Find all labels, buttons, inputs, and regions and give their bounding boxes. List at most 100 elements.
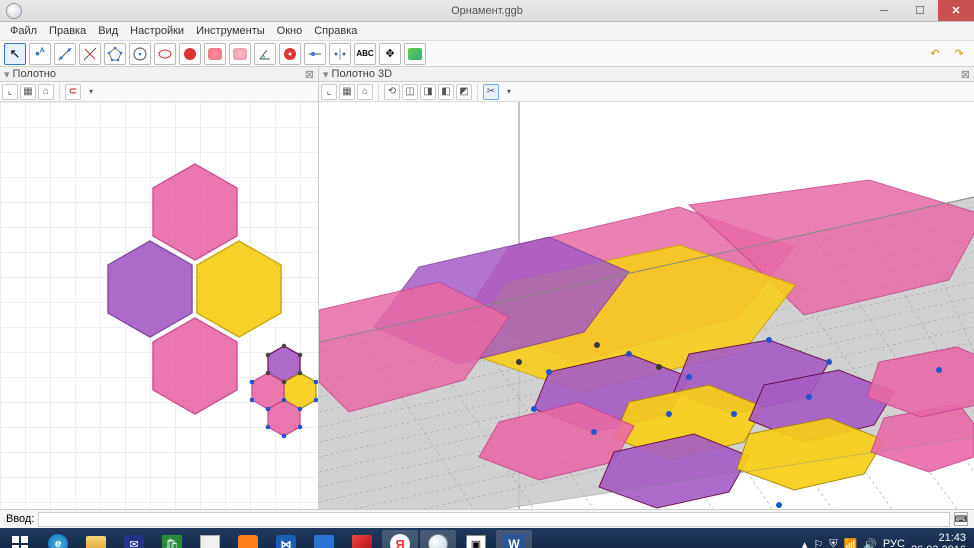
menu-settings[interactable]: Настройки [124,25,190,37]
tray-shield-icon[interactable]: ⛨ [829,538,837,548]
task-app2[interactable] [230,530,266,548]
tool-custom[interactable] [404,43,426,65]
axes-toggle-3d[interactable]: ⌞ [321,84,337,100]
clock-time: 21:43 [911,532,966,544]
tool-move[interactable]: ↖ [4,43,26,65]
grid-toggle-3d[interactable]: ▦ [339,84,355,100]
tool-slider[interactable] [304,43,326,65]
title-bar: Орнамент.ggb ─ ☐ ✕ [0,0,974,22]
dropdown-2d[interactable]: ▾ [83,84,99,100]
undo-button[interactable]: ↶ [924,43,946,65]
tool-circle[interactable] [129,43,151,65]
keyboard-button[interactable]: ⌨ [954,512,968,526]
circle-icon [132,46,148,62]
task-word[interactable]: W [496,530,532,548]
taskbar: e ✉ 🛍 ⋈ Я ▣ W ▴ ⚐ ⛨ 📶 🔊 РУС 21:43 26.02.… [0,528,974,548]
start-button[interactable] [2,530,38,548]
tray-volume-icon[interactable]: 🔊 [863,538,877,548]
menu-edit[interactable]: Правка [43,25,92,37]
redo-button[interactable]: ↷ [948,43,970,65]
view-iso[interactable]: ◩ [456,84,472,100]
canvas-3d[interactable] [319,102,974,509]
mail-icon: ✉ [124,535,144,548]
cursor-icon: ↖ [10,47,21,60]
menu-file[interactable]: Файл [4,25,43,37]
rotate-3d[interactable]: ⟲ [384,84,400,100]
tool-spot2[interactable] [204,43,226,65]
task-geogebra[interactable] [420,530,456,548]
main-toolbar: ↖ •A ABC ✥ ↶ ↷ [0,41,974,67]
tray-up-icon[interactable]: ▴ [802,538,808,548]
maximize-button[interactable]: ☐ [902,0,938,21]
system-tray: ▴ ⚐ ⛨ 📶 🔊 РУС 21:43 26.02.2016 [802,532,972,548]
task-app6[interactable]: ▣ [458,530,494,548]
menu-window[interactable]: Окно [271,25,309,37]
panel-2d-title: Полотно [13,68,56,80]
app6-icon: ▣ [466,535,486,548]
axes-toggle-2d[interactable]: ⌞ [2,84,18,100]
task-app5[interactable] [344,530,380,548]
tool-spot1[interactable] [179,43,201,65]
window-title: Орнамент.ggb [451,5,523,17]
task-app3[interactable]: ⋈ [268,530,304,548]
grid-toggle-2d[interactable]: ▦ [20,84,36,100]
minimize-button[interactable]: ─ [866,0,902,21]
panel-3d-tools: ⌞ ▦ ⌂ ⟲ ◫ ◨ ◧ ◩ ✂ ▾ [319,82,974,102]
tool-angle[interactable] [254,43,276,65]
canvas-2d[interactable] [0,102,318,509]
close-button[interactable]: ✕ [938,0,974,21]
panel-3d-close[interactable]: ⊠ [961,68,970,81]
tool-ellipse[interactable] [154,43,176,65]
task-ie[interactable]: e [40,530,76,548]
view-xz[interactable]: ◨ [420,84,436,100]
dropdown-3d[interactable]: ▾ [501,84,517,100]
tool-polygon[interactable] [104,43,126,65]
sphere-icon [184,48,196,60]
task-store[interactable]: 🛍 [154,530,190,548]
view-yz[interactable]: ◧ [438,84,454,100]
tray-lang[interactable]: РУС [883,538,905,548]
store-icon: 🛍 [162,535,182,548]
task-app1[interactable] [192,530,228,548]
menu-view[interactable]: Вид [92,25,124,37]
ggb-icon [428,534,448,548]
panel-3d-header[interactable]: ▾ Полотно 3D ⊠ [319,67,974,82]
tool-perpendicular[interactable] [79,43,101,65]
command-input[interactable] [38,512,950,527]
tool-reflect[interactable] [329,43,351,65]
slider-icon [307,46,323,62]
app1-icon [200,535,220,548]
clip-3d[interactable]: ✂ [483,84,499,100]
app-icon [6,3,22,19]
task-mail[interactable]: ✉ [116,530,152,548]
panel-2d-tools: ⌞ ▦ ⌂ ⊂ ▾ [0,82,318,102]
menu-help[interactable]: Справка [308,25,363,37]
small-hex-cluster-2d [250,344,318,439]
view-xy[interactable]: ◫ [402,84,418,100]
magnet-2d[interactable]: ⊂ [65,84,81,100]
tray-clock[interactable]: 21:43 26.02.2016 [911,532,966,548]
task-explorer[interactable] [78,530,114,548]
text-icon: ABC [356,49,373,58]
tool-movecanvas[interactable]: ✥ [379,43,401,65]
tray-network-icon[interactable]: 📶 [844,538,858,548]
panel-2d-header[interactable]: ▾ Полотно ⊠ [0,67,318,82]
home-3d[interactable]: ⌂ [357,84,373,100]
tool-line[interactable] [54,43,76,65]
task-yandex[interactable]: Я [382,530,418,548]
tool-text[interactable]: ABC [354,43,376,65]
tool-point[interactable]: •A [29,43,51,65]
tray-flag-icon[interactable]: ⚐ [813,538,823,548]
panel-2d-close[interactable]: ⊠ [305,68,314,81]
blob-icon [208,48,222,60]
tool-spot3[interactable] [229,43,251,65]
tool-circlefill[interactable] [279,43,301,65]
home-2d[interactable]: ⌂ [38,84,54,100]
blob2-icon [233,48,247,60]
menu-tools[interactable]: Инструменты [190,25,271,37]
app5-icon [352,535,372,548]
redo-icon: ↷ [954,47,963,60]
polygon-icon [107,46,123,62]
task-app4[interactable] [306,530,342,548]
collapse-icon-3d: ▾ [323,68,329,81]
